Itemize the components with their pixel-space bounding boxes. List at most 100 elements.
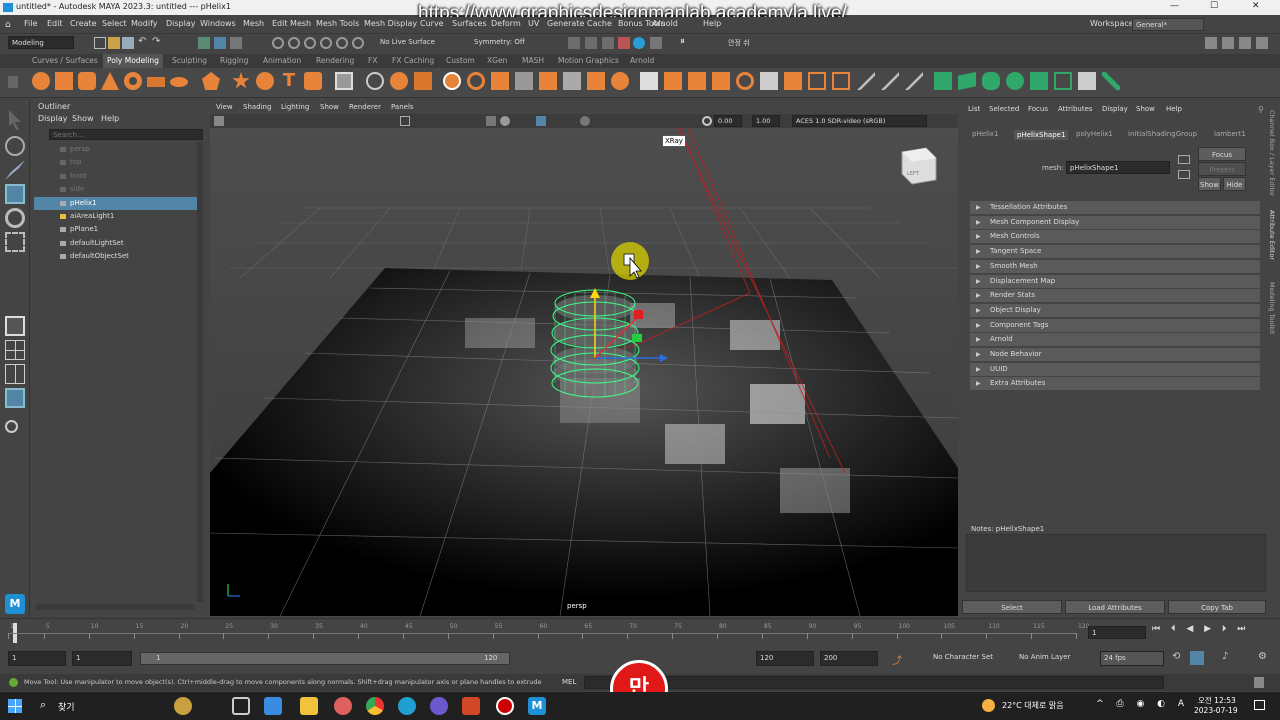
outliner-layout-icon[interactable] [5,388,25,408]
four-view-layout-icon[interactable] [5,340,25,360]
menu-file[interactable]: File [24,19,37,28]
menu-cache[interactable]: Cache [587,19,612,28]
poly-cylinder-icon[interactable] [78,72,96,90]
poke-icon[interactable] [640,72,658,90]
arnold-render-icon[interactable] [633,37,645,49]
layout-icon[interactable] [1078,72,1096,90]
live-surface-label[interactable]: No Live Surface [380,38,435,46]
snap-grid-icon[interactable] [272,37,284,49]
output-connection-icon[interactable] [1178,170,1190,179]
viewport-menu-shading[interactable]: Shading [243,103,271,111]
edge-icon[interactable] [398,697,416,715]
exposure-field[interactable]: 0.00 [714,115,742,127]
unfold-icon[interactable] [1054,72,1072,90]
home-icon[interactable]: ⌂ [5,20,11,30]
menu-generate[interactable]: Generate [547,19,584,28]
collapse-icon[interactable] [712,72,730,90]
ae-menu-show[interactable]: Show [1136,105,1155,113]
triangulate-icon[interactable] [736,72,754,90]
shelf-tab-curves-surfaces[interactable]: Curves / Surfaces [32,56,98,65]
shelf-menu-icon[interactable] [8,76,18,88]
snipping-tool-icon[interactable] [334,697,352,715]
extrude-icon[interactable] [443,72,461,90]
menu-windows[interactable]: Windows [200,19,236,28]
select-hierarchy-icon[interactable] [198,37,210,49]
ae-menu-display[interactable]: Display [1102,105,1128,113]
shelf-tab-rendering[interactable]: Rendering [316,56,354,65]
target-weld-icon[interactable] [905,72,923,90]
wedge-icon[interactable] [664,72,682,90]
viewport-menu-lighting[interactable]: Lighting [281,103,309,111]
menu-uv[interactable]: UV [528,19,539,28]
file-explorer-icon[interactable] [300,697,318,715]
recorder-icon[interactable] [496,697,514,715]
save-scene-icon[interactable] [122,37,134,49]
user-label[interactable]: 안정 쉬 [728,38,750,48]
task-view-icon[interactable] [232,697,250,715]
outliner-item-defaultobjectset[interactable]: defaultObjectSet [34,250,199,263]
sound-icon[interactable]: ♪ [1222,651,1228,662]
widgets-icon[interactable] [174,697,192,715]
ae-section-object-display[interactable]: Object Display [970,303,1260,317]
shelf-tab-rigging[interactable]: Rigging [220,56,248,65]
shelf-tab-poly-modeling[interactable]: Poly Modeling [103,54,163,68]
ae-section-tangent-space[interactable]: Tangent Space [970,245,1260,259]
cut-uv-icon[interactable] [1102,72,1120,90]
shelf-tab-xgen[interactable]: XGen [487,56,507,65]
menu-edit-mesh[interactable]: Edit Mesh [272,19,311,28]
poly-disc-icon[interactable] [170,77,188,87]
auto-key-icon[interactable]: ⤴ [892,652,902,667]
ae-section-extra-attributes[interactable]: Extra Attributes [970,377,1260,391]
lasso-tool-icon[interactable] [5,136,25,156]
attribute-editor-toggle-icon[interactable] [1222,37,1234,49]
notification-icon[interactable] [1254,700,1265,710]
scale-tool-icon[interactable] [5,232,25,252]
snap-surface-icon[interactable] [336,37,348,49]
ae-section-mesh-controls[interactable]: Mesh Controls [970,230,1260,244]
ae-section-tessellation-attributes[interactable]: Tessellation Attributes [970,201,1260,214]
move-tool-icon[interactable] [5,184,25,204]
menu-mesh[interactable]: Mesh [243,19,264,28]
mel-label[interactable]: MEL [562,678,576,686]
input-connection-icon[interactable] [1178,155,1190,164]
combine-icon[interactable] [335,72,353,90]
super-shape-icon[interactable] [232,72,250,89]
new-scene-icon[interactable] [94,37,106,49]
insert-edge-loop-icon[interactable] [587,72,605,90]
powerpoint-icon[interactable] [462,697,480,715]
shelf-tab-fx-caching[interactable]: FX Caching [392,56,434,65]
side-tab-modeling-toolkit[interactable]: Modeling Toolkit [1268,282,1276,334]
shelf-tab-mash[interactable]: MASH [522,56,544,65]
outliner-scrollbar[interactable] [197,142,203,602]
quadrangulate-icon[interactable] [760,72,778,90]
menu-select[interactable]: Select [102,19,127,28]
ae-tab-lambert1[interactable]: lambert1 [1214,130,1246,138]
side-tab-attribute-editor[interactable]: Attribute Editor [1268,210,1276,260]
undo-icon[interactable]: ↶ [138,36,150,48]
pin-icon[interactable]: ⚲ [1258,105,1264,114]
search-tool-icon[interactable] [5,420,18,433]
menu-deform[interactable]: Deform [491,19,521,28]
ae-menu-attributes[interactable]: Attributes [1058,105,1093,113]
shelf-tab-motion-graphics[interactable]: Motion Graphics [558,56,619,65]
command-line-input[interactable] [584,676,1164,689]
outliner-item-persp[interactable]: persp [34,143,199,156]
poly-torus-icon[interactable] [124,72,142,90]
two-view-layout-icon[interactable] [5,364,25,384]
poly-plane-icon[interactable] [147,77,165,87]
menu-surfaces[interactable]: Surfaces [452,19,487,28]
outliner-item-defaultlightset[interactable]: defaultLightSet [34,237,199,250]
redo-icon[interactable]: ↷ [152,36,164,48]
time-slider[interactable]: 1 5 10 15 20 25 30 35 40 45 50 55 60 65 70 75 80 85 90 95 10… [0,618,1280,646]
workspace-select[interactable]: General* [1132,18,1204,31]
select-button[interactable]: Select [962,600,1062,614]
fps-select[interactable]: 24 fps [1100,651,1164,666]
bevel-icon[interactable] [491,72,509,90]
menu-set-select[interactable]: Modeling [8,36,74,49]
outliner-menu-display[interactable]: Display [38,114,68,123]
grid-toggle-icon[interactable] [400,116,410,126]
shelf-tab-fx[interactable]: FX [368,56,377,65]
select-object-icon[interactable] [214,37,226,49]
merge-icon[interactable] [539,72,557,90]
paint-select-tool-icon[interactable] [5,160,25,180]
